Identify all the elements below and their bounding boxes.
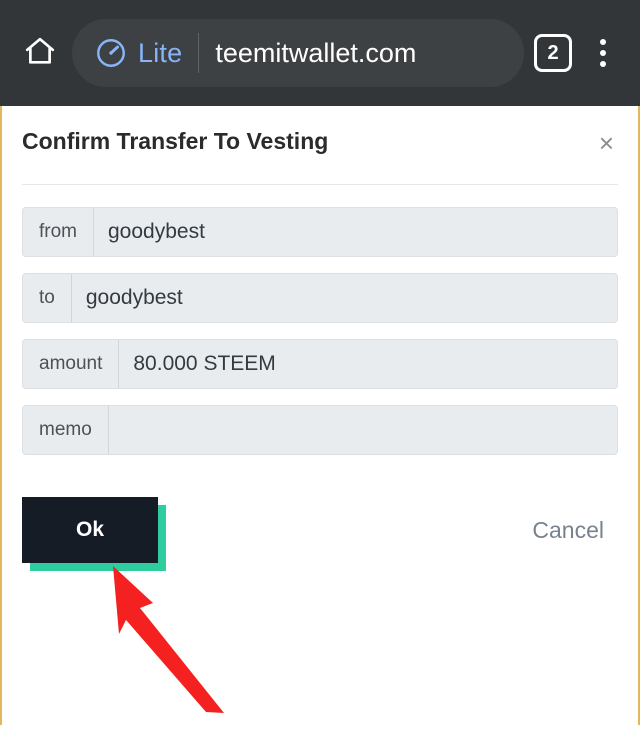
- lite-mode-badge[interactable]: Lite: [94, 36, 182, 70]
- page-viewport: Confirm Transfer To Vesting × from goody…: [0, 106, 640, 725]
- confirm-transfer-dialog: Confirm Transfer To Vesting × from goody…: [2, 106, 638, 571]
- address-bar[interactable]: Lite teemitwallet.com: [72, 19, 524, 87]
- page-title: Confirm Transfer To Vesting: [22, 128, 329, 154]
- more-vertical-icon: [600, 39, 606, 67]
- field-value-to[interactable]: goodybest: [71, 274, 617, 322]
- url-text[interactable]: teemitwallet.com: [215, 38, 416, 69]
- speedometer-icon: [94, 36, 128, 70]
- field-row-from: from goodybest: [22, 207, 618, 257]
- field-value-memo[interactable]: [108, 406, 617, 454]
- close-icon[interactable]: ×: [595, 128, 618, 158]
- lite-mode-label: Lite: [138, 37, 183, 68]
- browser-toolbar: Lite teemitwallet.com 2: [0, 0, 640, 106]
- field-label-memo: memo: [23, 406, 109, 454]
- field-row-amount: amount 80.000 STEEM: [22, 339, 618, 389]
- header-divider: [22, 184, 618, 185]
- transfer-fields: from goodybest to goodybest amount 80.00…: [22, 207, 618, 455]
- dialog-actions: Ok Cancel: [22, 497, 618, 571]
- tab-count-label: 2: [547, 41, 559, 64]
- omnibox-divider: [198, 33, 200, 73]
- field-label-from: from: [23, 208, 94, 256]
- field-value-amount[interactable]: 80.000 STEEM: [119, 340, 617, 388]
- dialog-header: Confirm Transfer To Vesting ×: [22, 106, 618, 158]
- field-label-amount: amount: [23, 340, 120, 388]
- home-button[interactable]: [14, 27, 66, 79]
- field-row-memo: memo: [22, 405, 618, 455]
- ok-button[interactable]: Ok: [22, 497, 158, 563]
- browser-menu-button[interactable]: [580, 30, 626, 76]
- ok-button-wrapper: Ok: [22, 497, 166, 571]
- tab-switcher-button[interactable]: 2: [534, 34, 572, 72]
- field-row-to: to goodybest: [22, 273, 618, 323]
- field-label-to: to: [23, 274, 72, 322]
- home-icon: [23, 34, 57, 73]
- cancel-button[interactable]: Cancel: [532, 517, 604, 544]
- field-value-from[interactable]: goodybest: [94, 208, 617, 256]
